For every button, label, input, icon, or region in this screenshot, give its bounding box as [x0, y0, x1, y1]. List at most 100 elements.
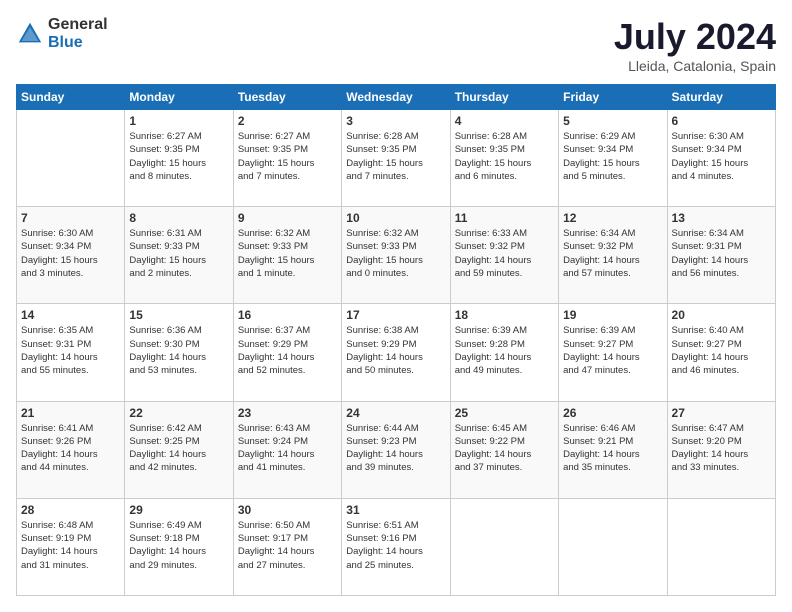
- day-number: 9: [238, 211, 337, 225]
- calendar-cell: [559, 498, 667, 595]
- header-day-friday: Friday: [559, 85, 667, 110]
- calendar-cell: 20Sunrise: 6:40 AM Sunset: 9:27 PM Dayli…: [667, 304, 775, 401]
- day-info: Sunrise: 6:38 AM Sunset: 9:29 PM Dayligh…: [346, 324, 445, 377]
- calendar-cell: 12 Sunrise: 6:34 AM Sunset: 9:32 PM Dayli…: [559, 207, 667, 304]
- week-row-4: 21Sunrise: 6:41 AM Sunset: 9:26 PM Dayli…: [17, 401, 776, 498]
- day-number: 17: [346, 308, 445, 322]
- title-block: July 2024 Lleida, Catalonia, Spain: [614, 16, 776, 74]
- day-number: 13: [672, 211, 771, 225]
- calendar-cell: 24 Sunrise: 6:44 AM Sunset: 9:23 PM Dayli…: [342, 401, 450, 498]
- day-number: 4: [455, 114, 554, 128]
- calendar-cell: [667, 498, 775, 595]
- day-number: 28: [21, 503, 120, 517]
- day-number: 15: [129, 308, 228, 322]
- header-row: SundayMondayTuesdayWednesdayThursdayFrid…: [17, 85, 776, 110]
- calendar-cell: 22Sunrise: 6:42 AM Sunset: 9:25 PM Dayli…: [125, 401, 233, 498]
- day-info: Sunrise: 6:47 AM Sunset: 9:20 PM Dayligh…: [672, 422, 771, 475]
- calendar-cell: 9 Sunrise: 6:32 AM Sunset: 9:33 PM Daylig…: [233, 207, 341, 304]
- day-info: Sunrise: 6:34 AM Sunset: 9:32 PM Dayligh…: [563, 227, 662, 280]
- day-number: 27: [672, 406, 771, 420]
- day-info: Sunrise: 6:41 AM Sunset: 9:26 PM Dayligh…: [21, 422, 120, 475]
- day-info: Sunrise: 6:27 AM Sunset: 9:35 PM Dayligh…: [238, 130, 337, 183]
- calendar-cell: 5 Sunrise: 6:29 AM Sunset: 9:34 PM Daylig…: [559, 110, 667, 207]
- calendar-cell: 8Sunrise: 6:31 AM Sunset: 9:33 PM Daylig…: [125, 207, 233, 304]
- week-row-3: 14 Sunrise: 6:35 AM Sunset: 9:31 PM Dayli…: [17, 304, 776, 401]
- calendar-cell: 16 Sunrise: 6:37 AM Sunset: 9:29 PM Dayli…: [233, 304, 341, 401]
- day-number: 5: [563, 114, 662, 128]
- calendar-cell: 2 Sunrise: 6:27 AM Sunset: 9:35 PM Daylig…: [233, 110, 341, 207]
- day-info: Sunrise: 6:32 AM Sunset: 9:33 PM Dayligh…: [238, 227, 337, 280]
- day-number: 8: [129, 211, 228, 225]
- day-info: Sunrise: 6:37 AM Sunset: 9:29 PM Dayligh…: [238, 324, 337, 377]
- day-info: Sunrise: 6:43 AM Sunset: 9:24 PM Dayligh…: [238, 422, 337, 475]
- day-number: 1: [129, 114, 228, 128]
- day-info: Sunrise: 6:49 AM Sunset: 9:18 PM Dayligh…: [129, 519, 228, 572]
- day-number: 25: [455, 406, 554, 420]
- header-day-sunday: Sunday: [17, 85, 125, 110]
- calendar-cell: 13Sunrise: 6:34 AM Sunset: 9:31 PM Dayli…: [667, 207, 775, 304]
- day-number: 22: [129, 406, 228, 420]
- day-number: 12: [563, 211, 662, 225]
- calendar-cell: 10 Sunrise: 6:32 AM Sunset: 9:33 PM Dayli…: [342, 207, 450, 304]
- day-info: Sunrise: 6:30 AM Sunset: 9:34 PM Dayligh…: [672, 130, 771, 183]
- day-number: 6: [672, 114, 771, 128]
- day-number: 18: [455, 308, 554, 322]
- day-number: 31: [346, 503, 445, 517]
- day-info: Sunrise: 6:35 AM Sunset: 9:31 PM Dayligh…: [21, 324, 120, 377]
- logo: General Blue: [16, 16, 108, 51]
- calendar-body: 1 Sunrise: 6:27 AM Sunset: 9:35 PM Daylig…: [17, 110, 776, 596]
- calendar-cell: 25Sunrise: 6:45 AM Sunset: 9:22 PM Dayli…: [450, 401, 558, 498]
- header: General Blue July 2024 Lleida, Catalonia…: [16, 16, 776, 74]
- day-number: 7: [21, 211, 120, 225]
- day-number: 16: [238, 308, 337, 322]
- week-row-5: 28Sunrise: 6:48 AM Sunset: 9:19 PM Dayli…: [17, 498, 776, 595]
- calendar-cell: 14 Sunrise: 6:35 AM Sunset: 9:31 PM Dayli…: [17, 304, 125, 401]
- day-info: Sunrise: 6:32 AM Sunset: 9:33 PM Dayligh…: [346, 227, 445, 280]
- day-info: Sunrise: 6:27 AM Sunset: 9:35 PM Dayligh…: [129, 130, 228, 183]
- day-number: 11: [455, 211, 554, 225]
- calendar-table: SundayMondayTuesdayWednesdayThursdayFrid…: [16, 84, 776, 596]
- calendar-cell: 6 Sunrise: 6:30 AM Sunset: 9:34 PM Daylig…: [667, 110, 775, 207]
- calendar-header: SundayMondayTuesdayWednesdayThursdayFrid…: [17, 85, 776, 110]
- location: Lleida, Catalonia, Spain: [614, 58, 776, 74]
- day-info: Sunrise: 6:36 AM Sunset: 9:30 PM Dayligh…: [129, 324, 228, 377]
- calendar-cell: 19Sunrise: 6:39 AM Sunset: 9:27 PM Dayli…: [559, 304, 667, 401]
- day-info: Sunrise: 6:29 AM Sunset: 9:34 PM Dayligh…: [563, 130, 662, 183]
- day-number: 26: [563, 406, 662, 420]
- logo-icon: [16, 20, 44, 48]
- day-number: 14: [21, 308, 120, 322]
- month-title: July 2024: [614, 16, 776, 58]
- calendar-cell: 17 Sunrise: 6:38 AM Sunset: 9:29 PM Dayli…: [342, 304, 450, 401]
- day-info: Sunrise: 6:40 AM Sunset: 9:27 PM Dayligh…: [672, 324, 771, 377]
- header-day-tuesday: Tuesday: [233, 85, 341, 110]
- day-number: 29: [129, 503, 228, 517]
- calendar-cell: [450, 498, 558, 595]
- calendar-cell: 26Sunrise: 6:46 AM Sunset: 9:21 PM Dayli…: [559, 401, 667, 498]
- week-row-1: 1 Sunrise: 6:27 AM Sunset: 9:35 PM Daylig…: [17, 110, 776, 207]
- calendar-cell: 1 Sunrise: 6:27 AM Sunset: 9:35 PM Daylig…: [125, 110, 233, 207]
- day-info: Sunrise: 6:30 AM Sunset: 9:34 PM Dayligh…: [21, 227, 120, 280]
- day-info: Sunrise: 6:28 AM Sunset: 9:35 PM Dayligh…: [346, 130, 445, 183]
- day-number: 10: [346, 211, 445, 225]
- day-info: Sunrise: 6:44 AM Sunset: 9:23 PM Dayligh…: [346, 422, 445, 475]
- day-info: Sunrise: 6:28 AM Sunset: 9:35 PM Dayligh…: [455, 130, 554, 183]
- day-number: 19: [563, 308, 662, 322]
- header-day-monday: Monday: [125, 85, 233, 110]
- day-info: Sunrise: 6:39 AM Sunset: 9:28 PM Dayligh…: [455, 324, 554, 377]
- calendar-cell: 4 Sunrise: 6:28 AM Sunset: 9:35 PM Daylig…: [450, 110, 558, 207]
- header-day-saturday: Saturday: [667, 85, 775, 110]
- day-number: 30: [238, 503, 337, 517]
- day-number: 2: [238, 114, 337, 128]
- day-info: Sunrise: 6:33 AM Sunset: 9:32 PM Dayligh…: [455, 227, 554, 280]
- logo-text: General Blue: [48, 16, 108, 51]
- calendar-cell: [17, 110, 125, 207]
- calendar-cell: 11 Sunrise: 6:33 AM Sunset: 9:32 PM Dayli…: [450, 207, 558, 304]
- calendar-cell: 7 Sunrise: 6:30 AM Sunset: 9:34 PM Daylig…: [17, 207, 125, 304]
- calendar-cell: 18 Sunrise: 6:39 AM Sunset: 9:28 PM Dayli…: [450, 304, 558, 401]
- day-number: 24: [346, 406, 445, 420]
- calendar-cell: 21Sunrise: 6:41 AM Sunset: 9:26 PM Dayli…: [17, 401, 125, 498]
- header-day-wednesday: Wednesday: [342, 85, 450, 110]
- calendar-cell: 15 Sunrise: 6:36 AM Sunset: 9:30 PM Dayli…: [125, 304, 233, 401]
- day-number: 23: [238, 406, 337, 420]
- calendar-cell: 29 Sunrise: 6:49 AM Sunset: 9:18 PM Dayli…: [125, 498, 233, 595]
